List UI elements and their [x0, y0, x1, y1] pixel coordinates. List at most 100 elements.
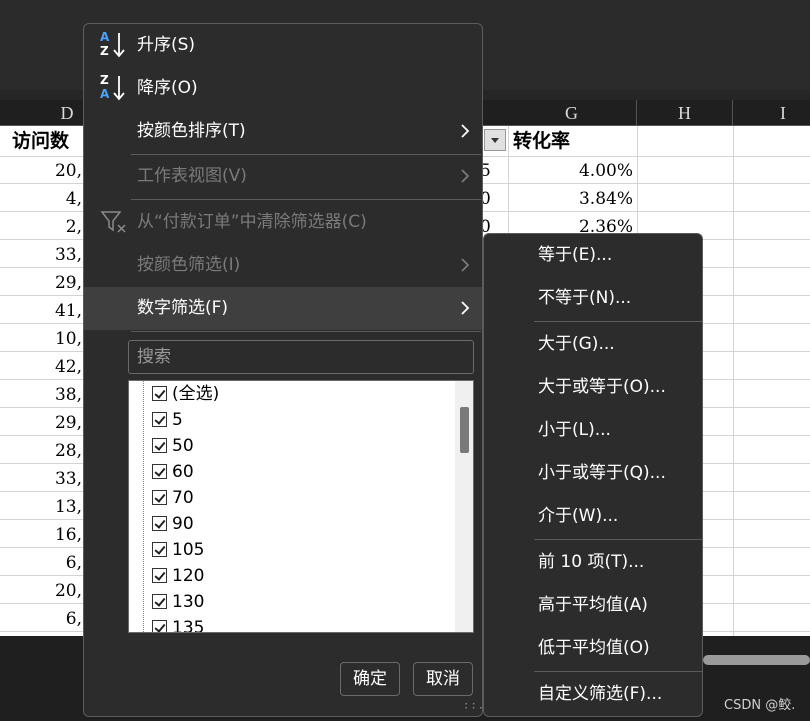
checklist-item-label: 5	[172, 410, 183, 430]
menu-separator	[131, 199, 481, 200]
cell-d[interactable]: 2,	[0, 213, 82, 241]
submenu-item-label: 大于(G)...	[538, 334, 615, 354]
checklist-item-label: 120	[172, 566, 205, 586]
sort-by-color-item[interactable]: 按颜色排序(T)	[84, 110, 482, 153]
checkbox-icon[interactable]	[152, 412, 167, 427]
cell-d[interactable]: 20,	[0, 577, 82, 605]
cell-d[interactable]: 4,	[0, 185, 82, 213]
submenu-arrow-icon	[461, 124, 470, 138]
cell-d[interactable]: 42,	[0, 353, 82, 381]
filter-dropdown-button[interactable]	[484, 129, 506, 151]
cell-d[interactable]: 6,	[0, 549, 82, 577]
horizontal-scrollbar[interactable]	[703, 655, 810, 665]
column-header-i[interactable]: I	[733, 100, 810, 126]
submenu-item-less[interactable]: 小于(L)...	[484, 409, 702, 452]
filter-menu: AZ 升序(S) ZA 降序(O) 按颜色排序(T) 工作表视图(V) 从“付款…	[83, 23, 486, 717]
checklist-item-label: 90	[172, 514, 194, 534]
cancel-button[interactable]: 取消	[413, 662, 473, 696]
value-checklist[interactable]: (全选) 5 50 60 70 90 105 120 130 135	[128, 380, 474, 633]
cell-d[interactable]: 6,	[0, 605, 82, 633]
submenu-item-less-equal[interactable]: 小于或等于(Q)...	[484, 452, 702, 495]
checklist-scrollbar[interactable]	[455, 381, 473, 632]
submenu-item-between[interactable]: 介于(W)...	[484, 495, 702, 538]
column-header-h[interactable]: H	[637, 100, 733, 126]
cell-d[interactable]: 13,	[0, 493, 82, 521]
checkbox-icon[interactable]	[152, 516, 167, 531]
submenu-item-custom-filter[interactable]: 自定义筛选(F)...	[484, 673, 702, 716]
sort-by-color-label: 按颜色排序(T)	[137, 121, 246, 141]
cell-d[interactable]: 29,	[0, 269, 82, 297]
sort-descending-label: 降序(O)	[137, 78, 198, 98]
number-filter-submenu: 等于(E)... 不等于(N)... 大于(G)... 大于或等于(O)... …	[483, 233, 703, 717]
submenu-item-label: 大于或等于(O)...	[538, 377, 666, 397]
filter-by-color-item[interactable]: 按颜色筛选(I)	[84, 244, 482, 287]
search-input[interactable]: 搜索	[128, 340, 474, 374]
checkbox-icon[interactable]	[152, 386, 167, 401]
submenu-item-equals[interactable]: 等于(E)...	[484, 234, 702, 277]
number-filter-item[interactable]: 数字筛选(F)	[84, 287, 482, 330]
submenu-item-label: 不等于(N)...	[538, 288, 632, 308]
cell-d[interactable]: 33,	[0, 465, 82, 493]
cell-d[interactable]: 41,	[0, 297, 82, 325]
menu-separator	[534, 539, 702, 540]
submenu-item-label: 高于平均值(A)	[538, 595, 648, 615]
submenu-item-label: 等于(E)...	[538, 245, 613, 265]
checkbox-icon[interactable]	[152, 594, 167, 609]
submenu-arrow-icon	[461, 258, 470, 272]
scrollbar-thumb[interactable]	[460, 407, 469, 453]
submenu-arrow-icon	[461, 169, 470, 183]
sheet-view-item[interactable]: 工作表视图(V)	[84, 155, 482, 198]
sort-descending-item[interactable]: ZA 降序(O)	[84, 67, 482, 110]
submenu-item-not-equals[interactable]: 不等于(N)...	[484, 277, 702, 320]
menu-separator	[534, 671, 702, 672]
clear-filter-item[interactable]: 从“付款订单”中清除筛选器(C)	[84, 201, 482, 244]
clear-filter-label: 从“付款订单”中清除筛选器(C)	[137, 212, 367, 232]
watermark: CSDN @鲛.	[724, 698, 796, 713]
cell-d[interactable]: 28,	[0, 437, 82, 465]
submenu-arrow-icon	[461, 301, 470, 315]
cell-d[interactable]: 16,	[0, 521, 82, 549]
checkbox-icon[interactable]	[152, 438, 167, 453]
submenu-item-greater-equal[interactable]: 大于或等于(O)...	[484, 366, 702, 409]
checkbox-icon[interactable]	[152, 620, 167, 632]
menu-separator	[131, 331, 481, 332]
checkbox-icon[interactable]	[152, 464, 167, 479]
submenu-item-greater[interactable]: 大于(G)...	[484, 323, 702, 366]
checklist-item-label: (全选)	[172, 384, 220, 404]
checklist-item-label: 135	[172, 618, 205, 633]
number-filter-label: 数字筛选(F)	[137, 298, 229, 318]
menu-separator	[534, 321, 702, 322]
ok-button[interactable]: 确定	[340, 662, 400, 696]
submenu-item-label: 介于(W)...	[538, 506, 619, 526]
column-header-g[interactable]: G	[507, 100, 637, 126]
cell-d[interactable]: 38,	[0, 381, 82, 409]
sort-ascending-label: 升序(S)	[137, 35, 196, 55]
checkbox-icon[interactable]	[152, 490, 167, 505]
cell-g[interactable]: 3.84%	[508, 185, 633, 213]
cell-d[interactable]: 10,	[0, 325, 82, 353]
resize-grip-icon[interactable]: ⠂⠂ ⠂⠂⠂	[464, 701, 486, 716]
filter-by-color-label: 按颜色筛选(I)	[137, 255, 241, 275]
header-cell-conversion-rate[interactable]: 转化率	[513, 126, 570, 156]
sheet-view-label: 工作表视图(V)	[137, 166, 247, 186]
checkbox-icon[interactable]	[152, 542, 167, 557]
header-cell-visits[interactable]: 访问数	[12, 126, 69, 156]
submenu-item-label: 自定义筛选(F)...	[538, 684, 663, 704]
cell-d[interactable]: 33,	[0, 241, 82, 269]
checklist-item-label: 50	[172, 436, 194, 456]
submenu-item-label: 小于或等于(Q)...	[538, 463, 666, 483]
cell-d[interactable]: 20,	[0, 157, 82, 185]
cell-d[interactable]: 29,	[0, 409, 82, 437]
submenu-item-top-10[interactable]: 前 10 项(T)...	[484, 541, 702, 584]
checkbox-icon[interactable]	[152, 568, 167, 583]
checklist-item-label: 105	[172, 540, 205, 560]
cell-g[interactable]: 4.00%	[508, 157, 633, 185]
sort-ascending-item[interactable]: AZ 升序(S)	[84, 24, 482, 67]
sort-ascending-icon: AZ	[100, 30, 130, 60]
clear-filter-icon	[100, 211, 126, 233]
submenu-item-below-average[interactable]: 低于平均值(O)	[484, 627, 702, 670]
submenu-item-label: 小于(L)...	[538, 420, 611, 440]
checklist-item-label: 70	[172, 488, 194, 508]
sort-descending-icon: ZA	[100, 73, 130, 103]
submenu-item-above-average[interactable]: 高于平均值(A)	[484, 584, 702, 627]
